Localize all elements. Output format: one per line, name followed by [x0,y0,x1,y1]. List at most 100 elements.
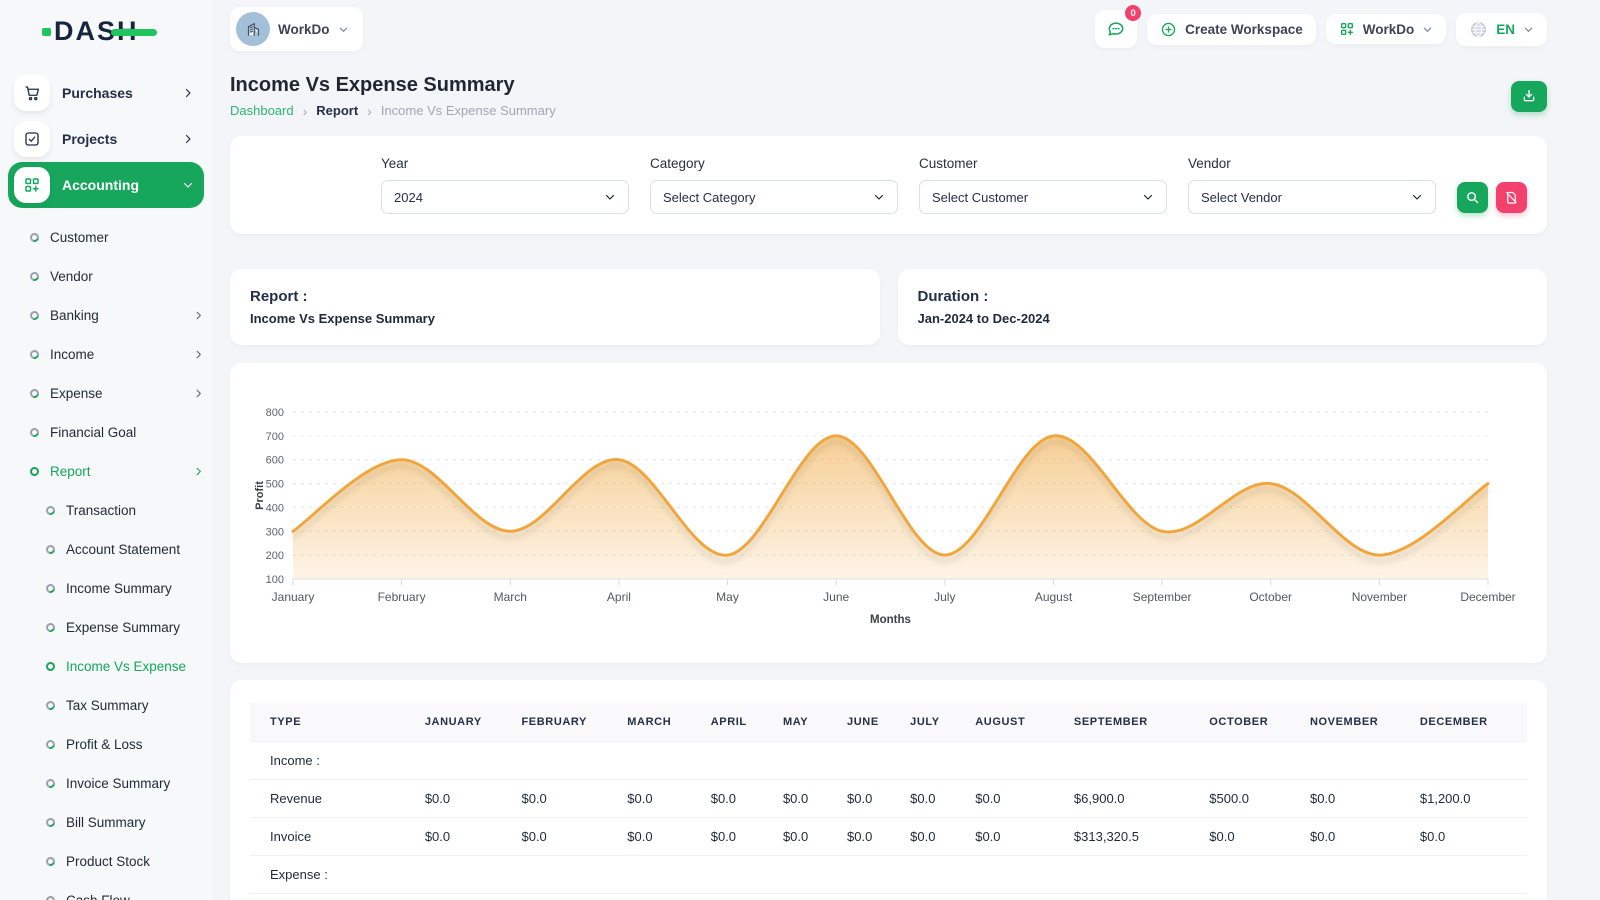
sidebar-item-label: Bill Summary [66,815,204,830]
svg-text:600: 600 [266,455,284,467]
sidebar-item-income-summary[interactable]: Income Summary [8,569,204,608]
chevron-down-icon [182,179,194,191]
svg-text:800: 800 [266,407,284,419]
logo-text: DASH [54,16,139,47]
sidebar-item-banking[interactable]: Banking [8,296,204,335]
sidebar-item-tax-summary[interactable]: Tax Summary [8,686,204,725]
reset-filter-button[interactable] [1496,182,1527,213]
cell-value: $0.0 [1300,780,1410,818]
chevron-right-icon [193,466,204,477]
cell-value: $0.0 [965,780,1064,818]
sidebar-item-bill-summary[interactable]: Bill Summary [8,803,204,842]
cell-value: $0.0 [900,818,965,856]
year-select[interactable]: 2024 [381,180,629,214]
workdo-menu-button[interactable]: WorkDo [1326,14,1447,44]
sidebar-item-label: Income [50,347,182,362]
bullet-icon [28,270,40,282]
cell-value: $0.0 [837,818,900,856]
bullet-icon [44,621,56,633]
messages-button[interactable]: 0 [1095,10,1137,48]
chevron-down-icon [873,191,885,203]
chevron-right-icon [182,87,194,99]
vendor-label: Vendor [1188,156,1436,171]
sidebar-item-projects[interactable]: Projects [8,116,204,162]
cell-value: $0.0 [900,780,965,818]
checkbox-icon [14,121,50,157]
column-header: AUGUST [965,703,1064,742]
cell-value: $0.0 [701,818,773,856]
workdo-menu-label: WorkDo [1363,22,1415,37]
top-right-actions: 0 Create Workspace WorkDo EN [1095,10,1547,48]
sidebar-item-profit-loss[interactable]: Profit & Loss [8,725,204,764]
grid-plus-icon [14,167,50,203]
column-header: DECEMBER [1410,703,1527,742]
apply-filter-button[interactable] [1457,182,1488,213]
table-row: Revenue$0.0$0.0$0.0$0.0$0.0$0.0$0.0$0.0$… [250,780,1527,818]
cell-value: $0.0 [773,780,837,818]
language-selector[interactable]: EN [1456,13,1547,46]
sidebar-item-income-vs-expense[interactable]: Income Vs Expense [8,647,204,686]
breadcrumb-dashboard-link[interactable]: Dashboard [230,103,294,118]
sidebar-item-accounting[interactable]: Accounting [8,162,204,208]
sidebar-item-expense-summary[interactable]: Expense Summary [8,608,204,647]
bullet-icon [44,543,56,555]
sidebar-item-income[interactable]: Income [8,335,204,374]
vendor-select[interactable]: Select Vendor [1188,180,1436,214]
sidebar-item-financial-goal[interactable]: Financial Goal [8,413,204,452]
customer-label: Customer [919,156,1167,171]
section-label: Income : [250,742,1527,780]
bullet-icon [44,894,56,900]
logo[interactable]: DASH [0,0,212,62]
sidebar-item-label: Report [50,464,182,479]
sidebar-item-label: Expense Summary [66,620,204,635]
svg-text:200: 200 [266,550,284,562]
download-button[interactable] [1511,81,1547,112]
sidebar-item-label: Cash Flow [66,893,204,900]
page-title: Income Vs Expense Summary [230,74,556,97]
svg-text:April: April [607,590,631,604]
chevron-right-icon [182,133,194,145]
sidebar-item-report[interactable]: Report [8,452,204,491]
sidebar-item-label: Income Vs Expense [66,659,204,674]
sidebar-item-transaction[interactable]: Transaction [8,491,204,530]
svg-text:August: August [1035,590,1073,604]
customer-select[interactable]: Select Customer [919,180,1167,214]
sidebar-item-customer[interactable]: Customer [8,218,204,257]
svg-text:Months: Months [870,614,911,626]
sidebar-item-purchases[interactable]: Purchases [8,70,204,116]
column-header: APRIL [701,703,773,742]
chevron-right-icon [193,349,204,360]
filters-card: Year 2024 Category Select Category Custo… [230,136,1547,234]
breadcrumb-report-link[interactable]: Report [316,103,358,118]
cell-value: $0.0 [415,780,512,818]
cell-value: $313,320.5 [1064,818,1199,856]
bullet-icon [28,465,40,477]
sidebar-item-vendor[interactable]: Vendor [8,257,204,296]
cell-value: $0.0 [617,818,700,856]
summary-cards-row: Report : Income Vs Expense Summary Durat… [230,269,1547,345]
sidebar-item-label: Customer [50,230,204,245]
svg-text:October: October [1249,590,1292,604]
cart-icon [14,75,50,111]
bullet-icon [28,309,40,321]
duration-card-value: Jan-2024 to Dec-2024 [918,311,1528,326]
sidebar-item-invoice-summary[interactable]: Invoice Summary [8,764,204,803]
profit-chart-card: 100200300400500600700800JanuaryFebruaryM… [230,363,1547,663]
sidebar-item-cash-flow[interactable]: Cash Flow [8,881,204,900]
section-label: Expense : [250,856,1527,894]
chevron-right-icon: › [303,104,308,118]
create-workspace-label: Create Workspace [1185,22,1303,37]
sidebar-item-account-statement[interactable]: Account Statement [8,530,204,569]
chevron-right-icon [193,310,204,321]
cell-value: $0.0 [415,818,512,856]
column-header: JULY [900,703,965,742]
row-label: Revenue [250,780,415,818]
create-workspace-button[interactable]: Create Workspace [1147,14,1316,45]
cell-value: $0.0 [1300,818,1410,856]
sidebar-item-expense[interactable]: Expense [8,374,204,413]
chevron-down-icon [338,24,349,35]
chat-icon [1106,19,1126,39]
category-select[interactable]: Select Category [650,180,898,214]
sidebar-item-product-stock[interactable]: Product Stock [8,842,204,881]
workspace-switcher[interactable]: WorkDo [230,7,363,51]
